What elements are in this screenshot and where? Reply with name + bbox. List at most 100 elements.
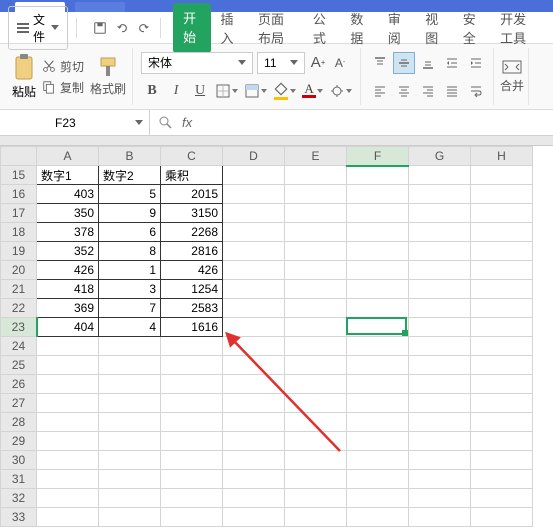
cut-button[interactable]: 剪切 xyxy=(42,58,84,75)
cell-G17[interactable] xyxy=(409,204,471,223)
cell-F22[interactable] xyxy=(347,299,409,318)
cell-A18[interactable]: 378 xyxy=(37,223,99,242)
cell-G16[interactable] xyxy=(409,185,471,204)
fx-icon[interactable]: fx xyxy=(182,115,192,130)
cell-D33[interactable] xyxy=(223,508,285,527)
cell-A32[interactable] xyxy=(37,489,99,508)
cell-G32[interactable] xyxy=(409,489,471,508)
cell-B18[interactable]: 6 xyxy=(99,223,161,242)
cell-H27[interactable] xyxy=(471,394,533,413)
cell-D25[interactable] xyxy=(223,356,285,375)
cell-F30[interactable] xyxy=(347,451,409,470)
cell-G28[interactable] xyxy=(409,413,471,432)
cell-A27[interactable] xyxy=(37,394,99,413)
cell-F19[interactable] xyxy=(347,242,409,261)
cell-G21[interactable] xyxy=(409,280,471,299)
paste-button[interactable]: 粘贴 xyxy=(12,53,36,100)
cell-E30[interactable] xyxy=(285,451,347,470)
cell-D19[interactable] xyxy=(223,242,285,261)
justify-button[interactable] xyxy=(441,80,463,102)
cell-D29[interactable] xyxy=(223,432,285,451)
cell-D16[interactable] xyxy=(223,185,285,204)
cell-C15[interactable]: 乘积 xyxy=(161,166,223,185)
border-button[interactable] xyxy=(213,83,240,99)
row-header-18[interactable]: 18 xyxy=(1,223,37,242)
cell-C27[interactable] xyxy=(161,394,223,413)
cell-C22[interactable]: 2583 xyxy=(161,299,223,318)
cell-G30[interactable] xyxy=(409,451,471,470)
cell-B19[interactable]: 8 xyxy=(99,242,161,261)
cell-C31[interactable] xyxy=(161,470,223,489)
cell-A29[interactable] xyxy=(37,432,99,451)
cell-B22[interactable]: 7 xyxy=(99,299,161,318)
row-header-33[interactable]: 33 xyxy=(1,508,37,527)
tab-security[interactable]: 安全 xyxy=(453,3,490,53)
cell-H26[interactable] xyxy=(471,375,533,394)
cell-E32[interactable] xyxy=(285,489,347,508)
cell-D20[interactable] xyxy=(223,261,285,280)
format-painter-button[interactable]: 格式刷 xyxy=(90,56,126,97)
cell-A30[interactable] xyxy=(37,451,99,470)
tab-review[interactable]: 审阅 xyxy=(378,3,415,53)
cell-G22[interactable] xyxy=(409,299,471,318)
col-header-D[interactable]: D xyxy=(223,147,285,166)
cell-F17[interactable] xyxy=(347,204,409,223)
cell-A26[interactable] xyxy=(37,375,99,394)
cell-B24[interactable] xyxy=(99,337,161,356)
align-middle-button[interactable] xyxy=(393,52,415,74)
cell-H31[interactable] xyxy=(471,470,533,489)
redo-icon[interactable] xyxy=(136,20,152,36)
fill-color-button[interactable] xyxy=(271,81,298,100)
row-header-23[interactable]: 23 xyxy=(1,318,37,337)
cell-E16[interactable] xyxy=(285,185,347,204)
cell-A15[interactable]: 数字1 xyxy=(37,166,99,185)
cell-F27[interactable] xyxy=(347,394,409,413)
cell-F16[interactable] xyxy=(347,185,409,204)
cell-F18[interactable] xyxy=(347,223,409,242)
row-header-20[interactable]: 20 xyxy=(1,261,37,280)
cell-B26[interactable] xyxy=(99,375,161,394)
cell-A22[interactable]: 369 xyxy=(37,299,99,318)
cell-D30[interactable] xyxy=(223,451,285,470)
cell-G29[interactable] xyxy=(409,432,471,451)
cell-B25[interactable] xyxy=(99,356,161,375)
align-center-button[interactable] xyxy=(393,80,415,102)
cell-E31[interactable] xyxy=(285,470,347,489)
cell-D31[interactable] xyxy=(223,470,285,489)
cell-A33[interactable] xyxy=(37,508,99,527)
cell-C19[interactable]: 2816 xyxy=(161,242,223,261)
undo-icon[interactable] xyxy=(114,20,130,36)
file-menu-button[interactable]: 文件 xyxy=(8,6,68,50)
cell-F29[interactable] xyxy=(347,432,409,451)
row-header-27[interactable]: 27 xyxy=(1,394,37,413)
cell-G15[interactable] xyxy=(409,166,471,185)
wrap-text-button[interactable] xyxy=(465,80,487,102)
row-header-16[interactable]: 16 xyxy=(1,185,37,204)
tab-view[interactable]: 视图 xyxy=(415,3,452,53)
col-header-B[interactable]: B xyxy=(99,147,161,166)
align-right-button[interactable] xyxy=(417,80,439,102)
cell-E27[interactable] xyxy=(285,394,347,413)
zoom-icon[interactable] xyxy=(158,115,174,131)
font-name-select[interactable]: 宋体 xyxy=(141,52,253,74)
tab-start[interactable]: 开始 xyxy=(173,3,210,53)
cell-E22[interactable] xyxy=(285,299,347,318)
cell-H25[interactable] xyxy=(471,356,533,375)
cell-G23[interactable] xyxy=(409,318,471,337)
row-header-26[interactable]: 26 xyxy=(1,375,37,394)
cell-E21[interactable] xyxy=(285,280,347,299)
name-box[interactable] xyxy=(0,110,150,135)
cell-B29[interactable] xyxy=(99,432,161,451)
cell-E23[interactable] xyxy=(285,318,347,337)
cell-F23[interactable] xyxy=(347,318,409,337)
cell-G27[interactable] xyxy=(409,394,471,413)
row-header-30[interactable]: 30 xyxy=(1,451,37,470)
cell-D23[interactable] xyxy=(223,318,285,337)
cell-F15[interactable] xyxy=(347,166,409,185)
cell-G19[interactable] xyxy=(409,242,471,261)
row-header-19[interactable]: 19 xyxy=(1,242,37,261)
cell-E15[interactable] xyxy=(285,166,347,185)
col-header-C[interactable]: C xyxy=(161,147,223,166)
cell-G25[interactable] xyxy=(409,356,471,375)
cell-A25[interactable] xyxy=(37,356,99,375)
